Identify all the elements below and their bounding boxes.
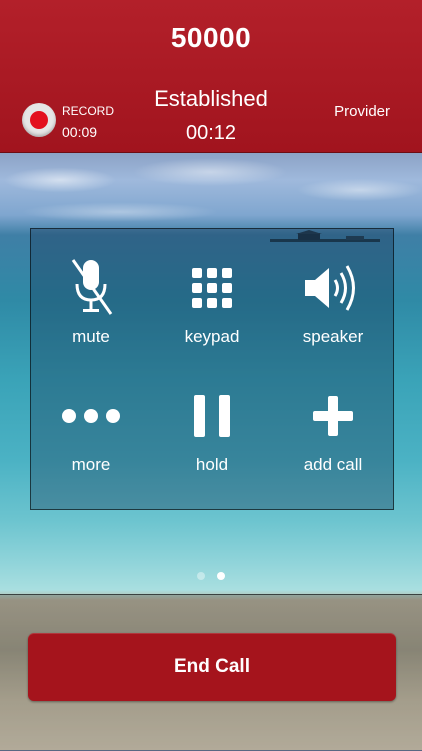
keypad-button[interactable]: keypad [152, 257, 272, 347]
page-indicator[interactable] [0, 572, 422, 584]
record-button[interactable] [22, 103, 56, 137]
keypad-label: keypad [184, 327, 240, 346]
call-number: 50000 [170, 22, 252, 53]
page-dot-active[interactable] [217, 572, 225, 580]
call-header: 50000 Established 00:12 RECORD 00:09 Pro… [0, 0, 422, 153]
end-call-button[interactable]: End Call [28, 633, 396, 701]
mic-off-icon [71, 259, 113, 315]
record-label: RECORD [62, 104, 115, 118]
more-dots-icon [62, 409, 120, 423]
record-icon [30, 111, 48, 129]
mute-button[interactable]: mute [31, 257, 151, 347]
mute-label: mute [72, 327, 110, 346]
hold-button[interactable]: hold [152, 385, 272, 475]
hold-label: hold [195, 455, 229, 474]
call-controls-panel: mute keypad speaker more hold add call [30, 228, 394, 510]
add-call-button[interactable]: add call [273, 385, 393, 475]
record-time: 00:09 [62, 124, 98, 140]
background-clouds [0, 150, 422, 230]
speaker-label: speaker [302, 327, 364, 346]
end-call-label: End Call [173, 656, 250, 677]
more-label: more [71, 455, 111, 474]
keypad-icon [192, 268, 232, 308]
speaker-button[interactable]: speaker [273, 257, 393, 347]
speaker-icon [305, 265, 355, 311]
pause-icon [194, 395, 230, 437]
page-dot[interactable] [197, 572, 205, 580]
more-button[interactable]: more [31, 385, 151, 475]
plus-icon [313, 396, 353, 436]
provider-label: Provider [334, 103, 390, 120]
add-call-label: add call [303, 455, 363, 474]
